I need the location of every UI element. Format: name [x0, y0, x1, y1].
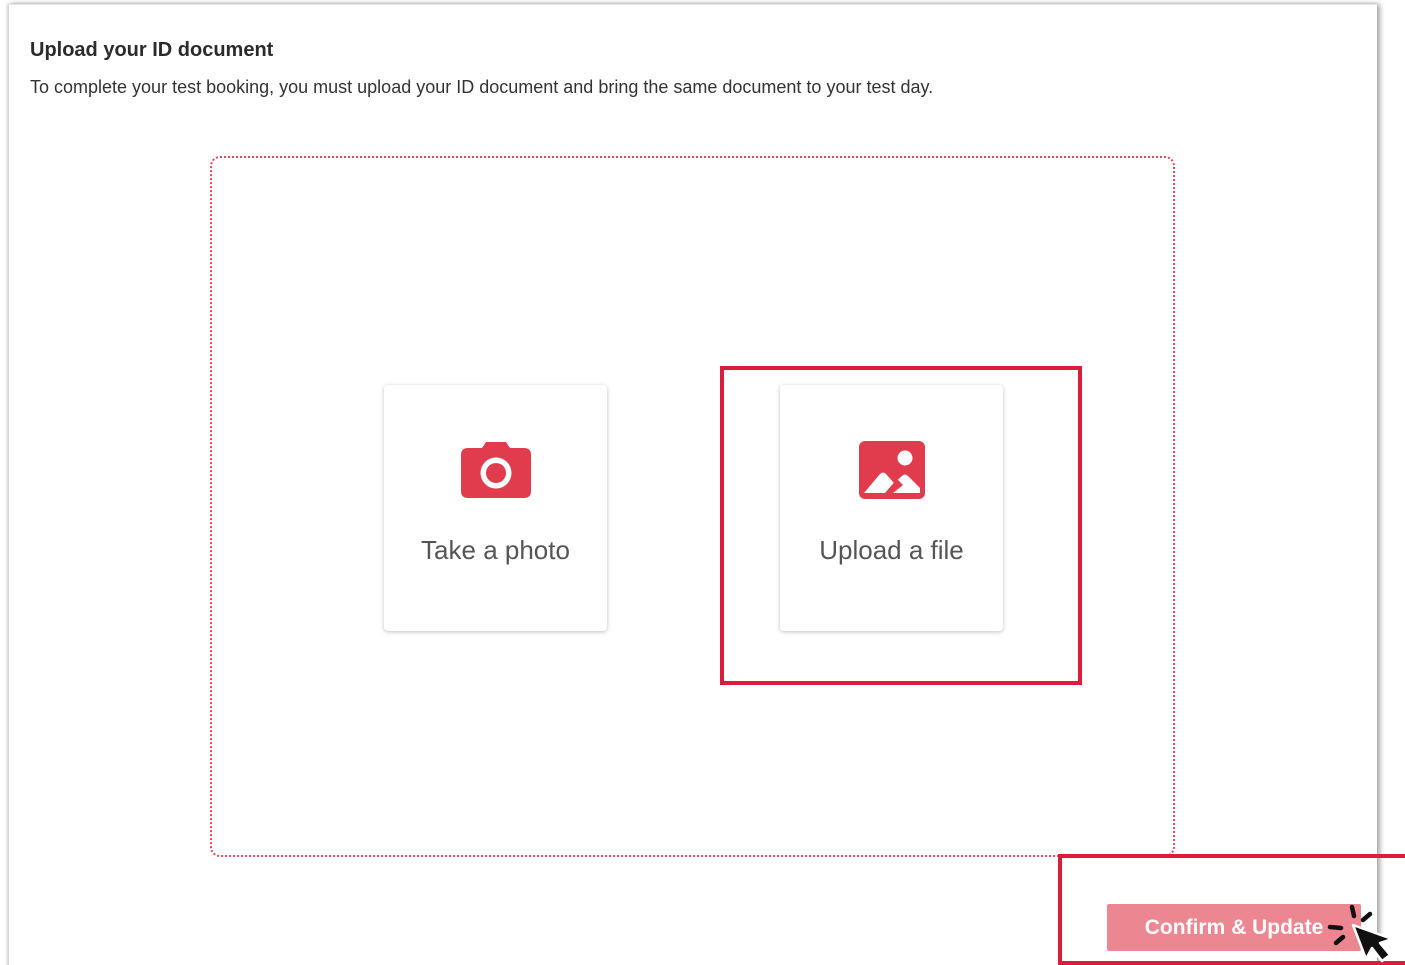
page: Upload your ID document To complete your…: [0, 0, 1405, 965]
take-photo-label: Take a photo: [421, 535, 570, 565]
page-title: Upload your ID document: [30, 39, 274, 61]
page-description: To complete your test booking, you must …: [30, 77, 934, 97]
camera-icon: [384, 441, 607, 501]
upload-file-highlight: [720, 366, 1082, 685]
click-pointer-icon: [1327, 904, 1394, 963]
take-photo-card[interactable]: Take a photo: [384, 385, 607, 631]
